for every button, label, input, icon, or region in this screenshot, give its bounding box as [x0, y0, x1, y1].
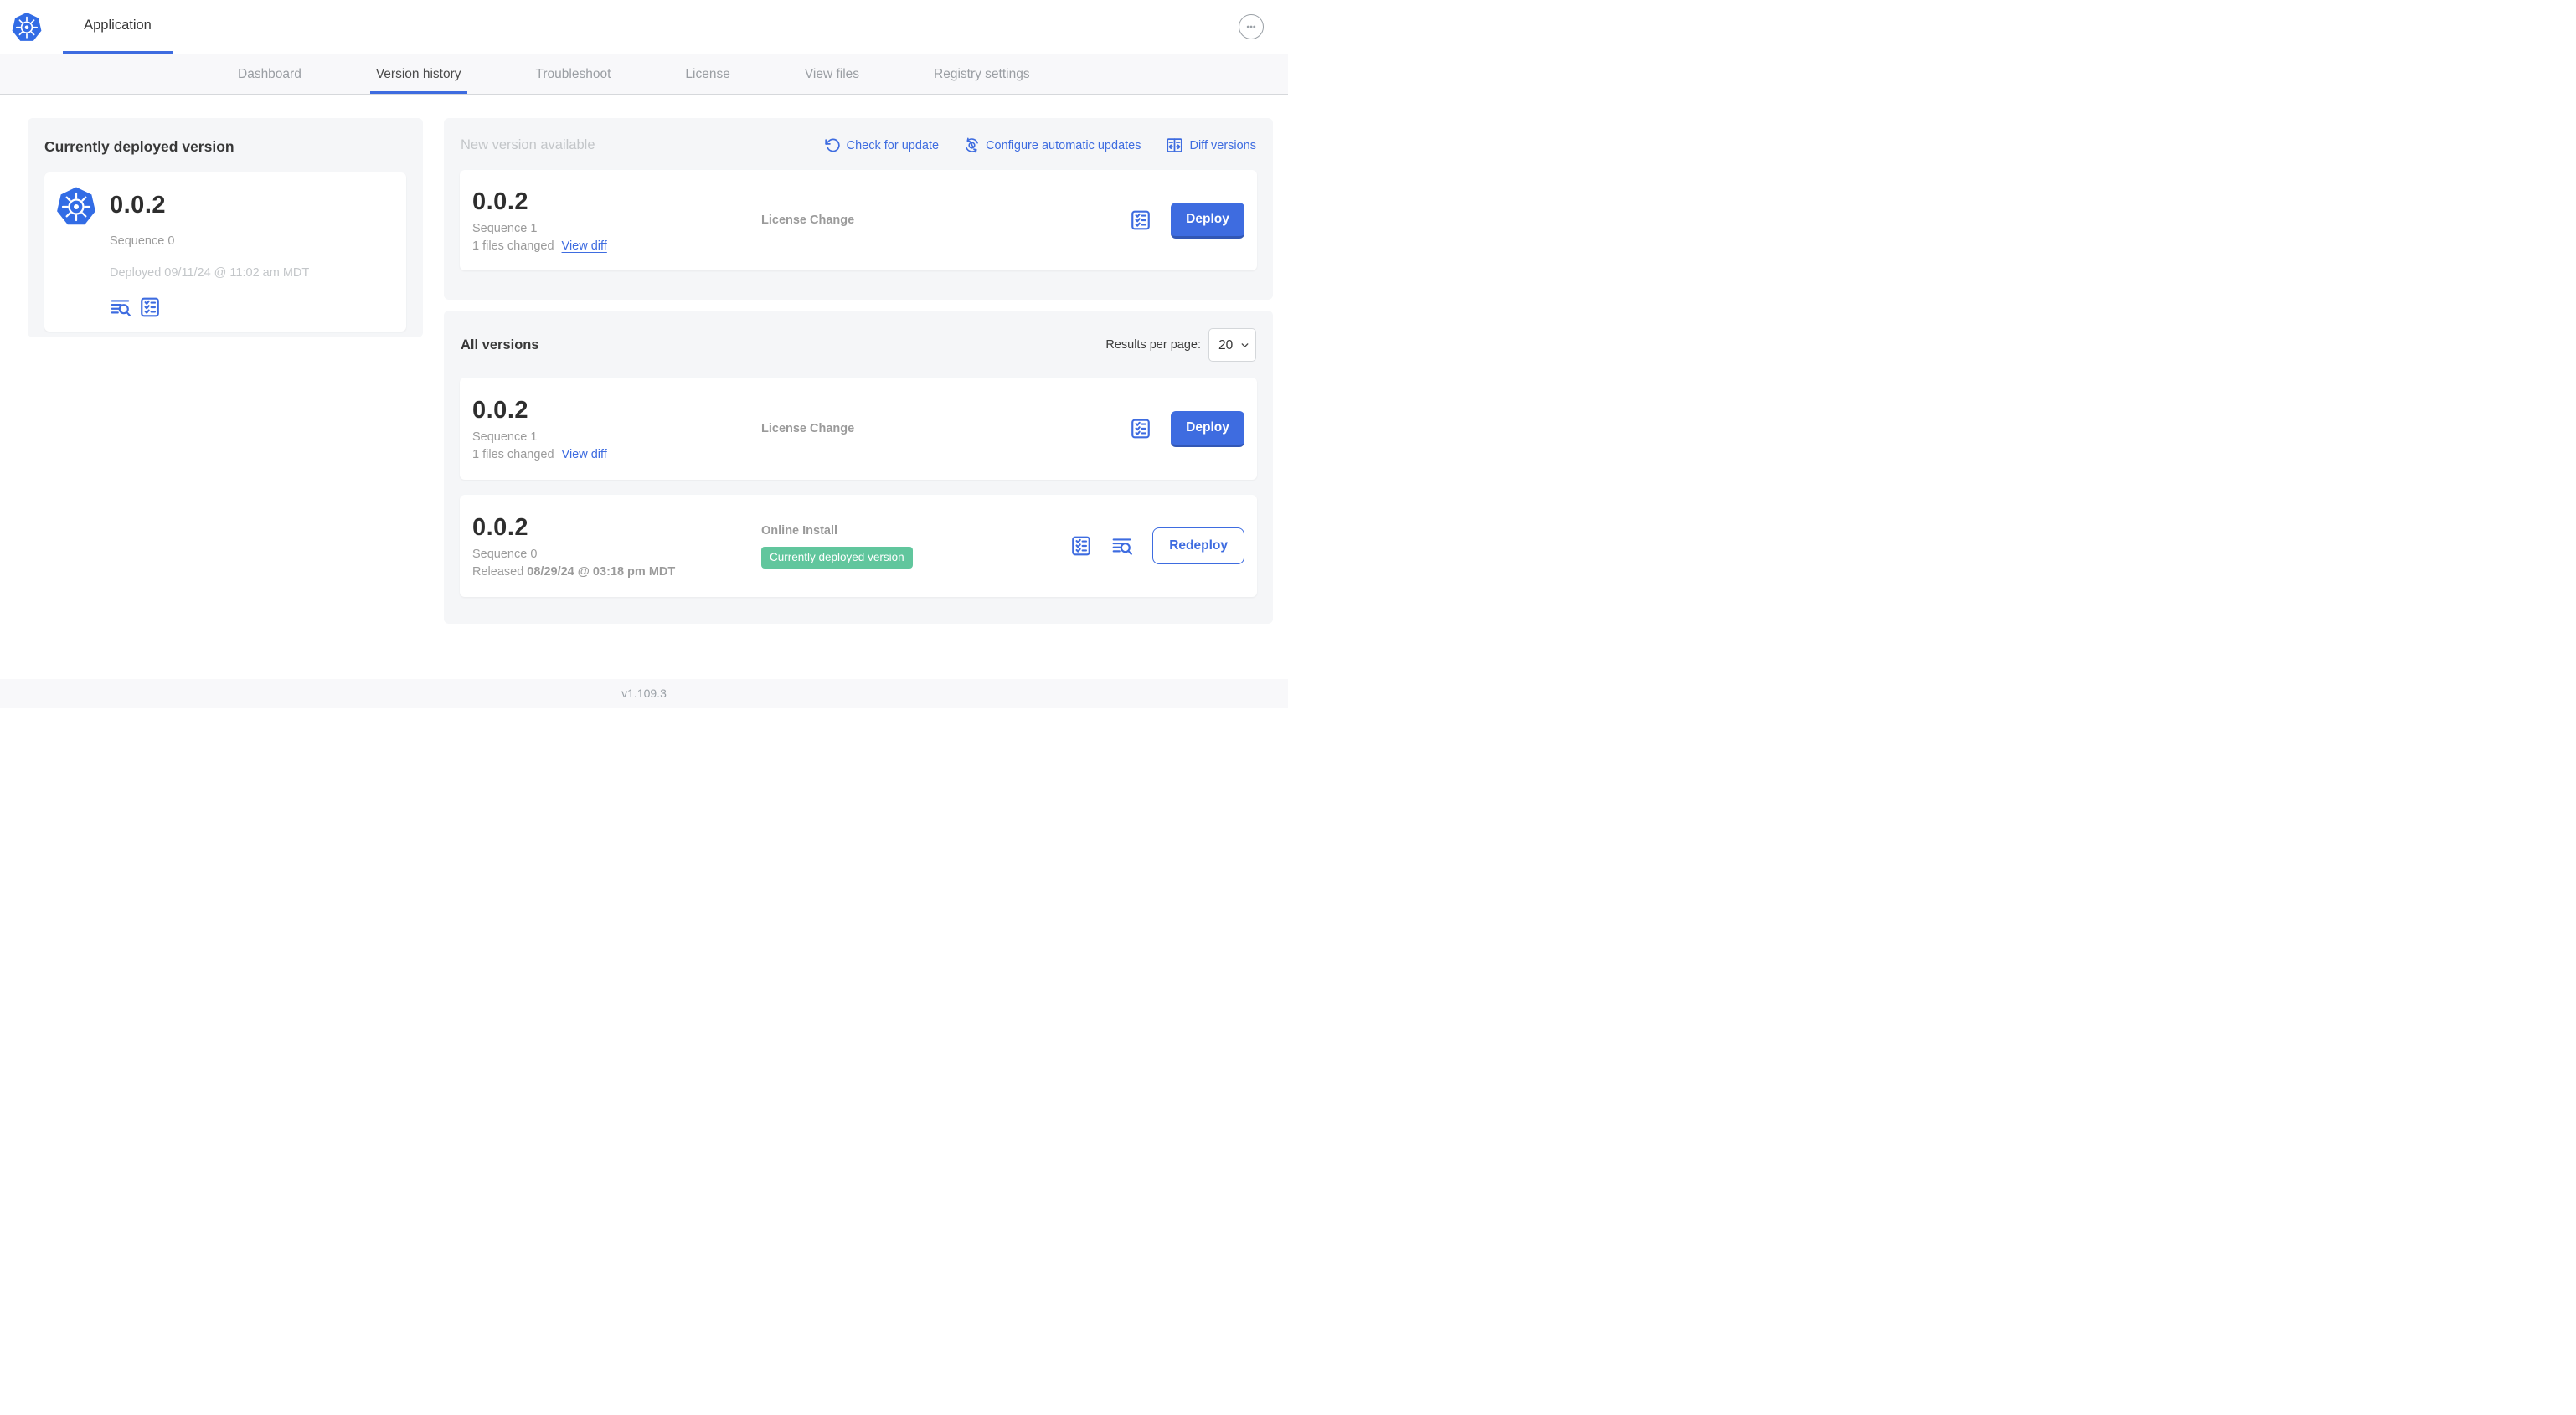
- tab-version-history[interactable]: Version history: [369, 54, 467, 94]
- current-version-number: 0.0.2: [110, 192, 166, 219]
- deploy-button[interactable]: Deploy: [1171, 410, 1244, 447]
- more-menu-button[interactable]: [1239, 14, 1264, 39]
- version-number: 0.0.2: [472, 513, 528, 541]
- new-version-card: 0.0.2 Sequence 1 1 files changed View di…: [460, 170, 1257, 270]
- version-row-sequence-1: 0.0.2 Sequence 1 1 files changed View di…: [460, 378, 1257, 480]
- refresh-icon: [824, 137, 841, 153]
- version-number: 0.0.2: [472, 188, 528, 215]
- tab-dashboard[interactable]: Dashboard: [232, 54, 307, 94]
- all-versions-title: All versions: [461, 337, 539, 352]
- new-version-title: New version available: [461, 137, 595, 152]
- view-logs-button[interactable]: [1111, 535, 1133, 557]
- kubernetes-app-icon: [55, 184, 97, 228]
- version-source-label: License Change: [761, 214, 855, 227]
- configure-automatic-updates-link[interactable]: Configure automatic updates: [964, 137, 1141, 153]
- version-source-label: License Change: [761, 422, 855, 435]
- files-changed-label: 1 files changed: [472, 447, 554, 461]
- redeploy-button[interactable]: Redeploy: [1152, 527, 1244, 564]
- view-diff-link[interactable]: View diff: [562, 448, 607, 461]
- ellipsis-icon: [1244, 19, 1259, 34]
- view-logs-button[interactable]: [110, 296, 131, 318]
- version-sequence: Sequence 0: [472, 547, 538, 561]
- version-source-label: Online Install: [761, 523, 838, 538]
- version-sequence: Sequence 1: [472, 221, 538, 235]
- checklist-icon: [1130, 418, 1151, 440]
- preflight-checks-button[interactable]: [1130, 418, 1151, 440]
- tab-view-files[interactable]: View files: [799, 54, 865, 94]
- currently-deployed-badge: Currently deployed version: [761, 546, 913, 569]
- currently-deployed-title: Currently deployed version: [44, 138, 234, 155]
- currently-deployed-card: 0.0.2 Sequence 0 Deployed 09/11/24 @ 11:…: [44, 172, 406, 332]
- tab-license[interactable]: License: [679, 54, 735, 94]
- deploy-button[interactable]: Deploy: [1171, 202, 1244, 239]
- check-for-update-link[interactable]: Check for update: [824, 137, 939, 153]
- app-footer: v1.109.3: [0, 679, 1288, 708]
- version-number: 0.0.2: [472, 396, 528, 424]
- auto-update-clock-icon: [964, 137, 980, 153]
- files-changed-label: 1 files changed: [472, 239, 554, 253]
- new-version-panel: New version available Check for update C…: [444, 118, 1273, 300]
- kubernetes-logo-icon: [11, 10, 43, 44]
- app-tab-application[interactable]: Application: [63, 0, 173, 54]
- preflight-checks-button[interactable]: [139, 296, 161, 318]
- console-version-label: v1.109.3: [621, 687, 667, 700]
- app-header: Application: [0, 0, 1288, 54]
- diff-versions-link[interactable]: Diff versions: [1166, 136, 1256, 154]
- checklist-icon: [139, 296, 161, 318]
- current-version-sequence: Sequence 0: [110, 234, 175, 248]
- diff-icon: [1166, 136, 1183, 154]
- logs-icon: [1111, 535, 1133, 557]
- currently-deployed-panel: Currently deployed version 0.0.2 Sequenc…: [28, 118, 423, 337]
- version-row-sequence-0: 0.0.2 Sequence 0 Released 08/29/24 @ 03:…: [460, 495, 1257, 597]
- version-sequence: Sequence 1: [472, 430, 538, 444]
- results-per-page-select[interactable]: 20: [1208, 328, 1256, 362]
- preflight-checks-button[interactable]: [1070, 535, 1092, 557]
- checklist-icon: [1130, 209, 1151, 231]
- current-version-deployed-date: Deployed 09/11/24 @ 11:02 am MDT: [110, 265, 310, 280]
- version-released-date: Released 08/29/24 @ 03:18 pm MDT: [472, 564, 676, 579]
- tab-registry-settings[interactable]: Registry settings: [928, 54, 1036, 94]
- view-diff-link[interactable]: View diff: [562, 239, 607, 253]
- checklist-icon: [1070, 535, 1092, 557]
- main-content: Currently deployed version 0.0.2 Sequenc…: [0, 95, 1288, 679]
- preflight-checks-button[interactable]: [1130, 209, 1151, 231]
- all-versions-panel: All versions Results per page: 20 0.0.2 …: [444, 311, 1273, 624]
- app-nav: Dashboard Version history Troubleshoot L…: [0, 54, 1288, 95]
- tab-troubleshoot[interactable]: Troubleshoot: [530, 54, 617, 94]
- results-per-page-label: Results per page:: [1105, 338, 1201, 352]
- logs-icon: [110, 296, 131, 318]
